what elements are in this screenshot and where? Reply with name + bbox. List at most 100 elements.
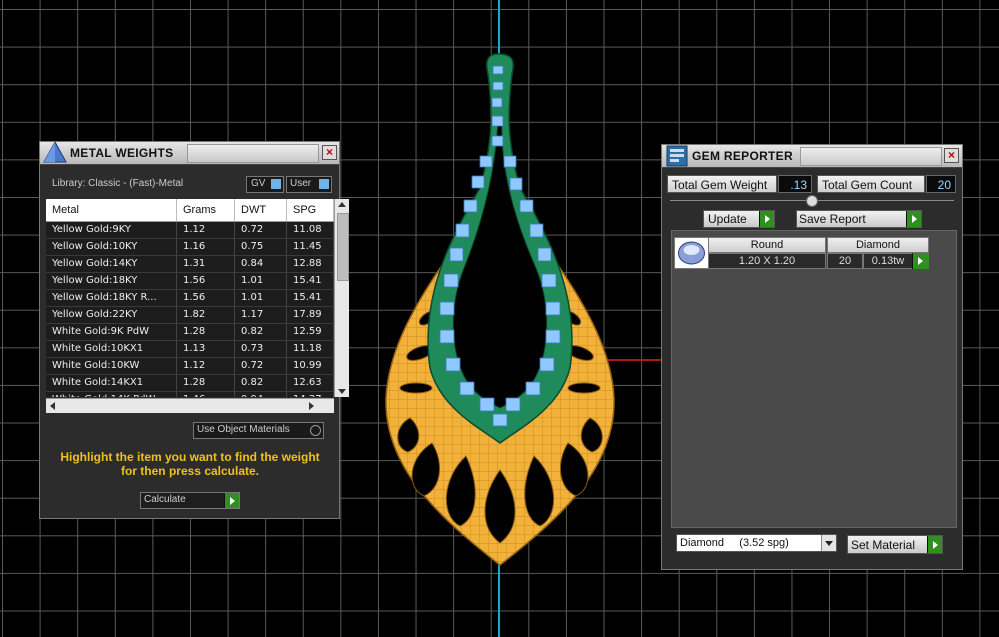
table-cell: 0.72 (235, 222, 287, 238)
table-cell: 10.99 (287, 358, 334, 374)
user-toggle[interactable]: User (286, 176, 332, 193)
set-material-button[interactable]: Set Material (847, 535, 943, 554)
table-cell: 1.01 (235, 290, 287, 306)
table-row[interactable]: Yellow Gold:14KY 1.31 0.84 12.88 (46, 256, 334, 273)
library-label: Library: Classic - (Fast)-Metal (52, 178, 184, 189)
table-row[interactable]: Yellow Gold:9KY 1.12 0.72 11.08 (46, 222, 334, 239)
col-header-spg[interactable]: SPG (287, 199, 334, 221)
play-icon (912, 253, 929, 269)
table-cell: 15.41 (287, 273, 334, 289)
gem-weight: 0.13tw (863, 253, 913, 269)
metal-table-body: Yellow Gold:9KY 1.12 0.72 11.08 Yellow Gold:… (46, 222, 334, 397)
table-cell: White Gold:14KX1 (46, 375, 177, 391)
metal-weights-titlebar[interactable]: METAL WEIGHTS × (40, 140, 339, 165)
table-row[interactable]: White Gold:9K PdW 1.28 0.82 12.59 (46, 324, 334, 341)
close-icon[interactable]: × (322, 145, 337, 160)
play-icon (759, 211, 774, 227)
table-cell: 14.37 (287, 392, 334, 397)
table-cell: 0.84 (235, 256, 287, 272)
table-cell: White Gold:9K PdW (46, 324, 177, 340)
gem-list-row[interactable]: Round Diamond 1.20 X 1.20 20 0.13tw (672, 236, 956, 270)
table-row[interactable]: White Gold:10KX1 1.13 0.73 11.18 (46, 341, 334, 358)
table-cell: 12.63 (287, 375, 334, 391)
calculate-button[interactable]: Calculate (140, 492, 240, 509)
horizontal-scrollbar[interactable] (46, 398, 334, 413)
chevron-down-icon[interactable] (821, 535, 836, 551)
col-header-metal[interactable]: Metal (46, 199, 177, 221)
calculate-label: Calculate (144, 494, 186, 505)
table-cell: 0.82 (235, 375, 287, 391)
scroll-up-icon[interactable] (338, 202, 346, 207)
table-cell: Yellow Gold:18KY (46, 273, 177, 289)
scroll-down-icon[interactable] (338, 389, 346, 394)
toggle-icon (271, 179, 281, 189)
round-diamond-icon (674, 237, 709, 269)
save-report-label: Save Report (799, 212, 866, 226)
table-cell: 11.08 (287, 222, 334, 238)
table-cell: 1.56 (177, 290, 235, 306)
collapse-handle-icon[interactable] (806, 195, 818, 207)
metal-table-header: Metal Grams DWT SPG (46, 199, 334, 222)
table-row[interactable]: Yellow Gold:22KY 1.82 1.17 17.89 (46, 307, 334, 324)
table-cell: 0.72 (235, 358, 287, 374)
table-row[interactable]: White Gold:10KW 1.12 0.72 10.99 (46, 358, 334, 375)
table-row[interactable]: Yellow Gold:18KY R... 1.56 1.01 15.41 (46, 290, 334, 307)
use-object-materials-toggle[interactable]: Use Object Materials (193, 422, 324, 439)
gem-reporter-titlebar[interactable]: GEM REPORTER × (662, 145, 962, 168)
gem-reporter-panel: GEM REPORTER × Total Gem Weight .13 Tota… (661, 144, 963, 570)
table-cell: 1.13 (177, 341, 235, 357)
scroll-right-icon[interactable] (309, 402, 314, 410)
table-cell: 1.56 (177, 273, 235, 289)
table-cell: 1.16 (177, 239, 235, 255)
col-header-dwt[interactable]: DWT (235, 199, 287, 221)
gv-toggle[interactable]: GV (246, 176, 284, 193)
table-cell: White Gold:10KW (46, 358, 177, 374)
pendant-model[interactable] (380, 48, 620, 568)
titlebar-tab (187, 144, 319, 163)
pyramid-icon (43, 140, 67, 163)
set-material-label: Set Material (851, 538, 916, 552)
metal-weights-panel: METAL WEIGHTS × Library: Classic - (Fast… (39, 140, 349, 519)
gem-report-icon (666, 145, 688, 167)
gem-count: 20 (827, 253, 863, 269)
table-cell: 1.01 (235, 273, 287, 289)
gem-reporter-title: GEM REPORTER (692, 149, 793, 163)
scroll-left-icon[interactable] (50, 402, 55, 410)
table-cell: 0.75 (235, 239, 287, 255)
use-object-materials-label: Use Object Materials (197, 424, 290, 435)
total-gem-weight-value: .13 (778, 175, 812, 193)
table-cell: 17.89 (287, 307, 334, 323)
toggle-icon (319, 179, 329, 189)
save-report-button[interactable]: Save Report (796, 210, 922, 228)
table-cell: 0.73 (235, 341, 287, 357)
metal-weights-title: METAL WEIGHTS (70, 146, 174, 160)
table-row[interactable]: White Gold:14KX1 1.28 0.82 12.63 (46, 375, 334, 392)
play-icon (927, 536, 942, 553)
total-gem-weight-label: Total Gem Weight (667, 175, 777, 193)
table-cell: 1.82 (177, 307, 235, 323)
gem-size: 1.20 X 1.20 (708, 253, 826, 269)
metal-table[interactable]: Metal Grams DWT SPG Yellow Gold:9KY 1.12 0… (46, 199, 334, 397)
radio-icon (310, 425, 321, 436)
gv-label: GV (251, 178, 266, 189)
gem-row-go-button[interactable] (912, 253, 929, 269)
scroll-thumb[interactable] (337, 213, 349, 281)
table-cell: Yellow Gold:9KY (46, 222, 177, 238)
gem-shape: Round (708, 237, 826, 253)
table-cell: White Gold:14K PdW (46, 392, 177, 397)
vertical-scrollbar[interactable] (334, 199, 349, 397)
table-row[interactable]: Yellow Gold:10KY 1.16 0.75 11.45 (46, 239, 334, 256)
titlebar-tab (800, 147, 942, 166)
table-cell: 1.12 (177, 358, 235, 374)
update-button[interactable]: Update (703, 210, 775, 228)
table-cell: 15.41 (287, 290, 334, 306)
table-cell: 0.82 (235, 324, 287, 340)
table-cell: 0.94 (235, 392, 287, 397)
table-row[interactable]: White Gold:14K PdW1.460.9414.37 (46, 392, 334, 397)
material-select[interactable]: Diamond (3.52 spg) (676, 534, 837, 552)
table-cell: 12.59 (287, 324, 334, 340)
close-icon[interactable]: × (944, 148, 959, 163)
gem-list[interactable]: Round Diamond 1.20 X 1.20 20 0.13tw (671, 230, 957, 528)
table-row[interactable]: Yellow Gold:18KY 1.56 1.01 15.41 (46, 273, 334, 290)
col-header-grams[interactable]: Grams (177, 199, 235, 221)
